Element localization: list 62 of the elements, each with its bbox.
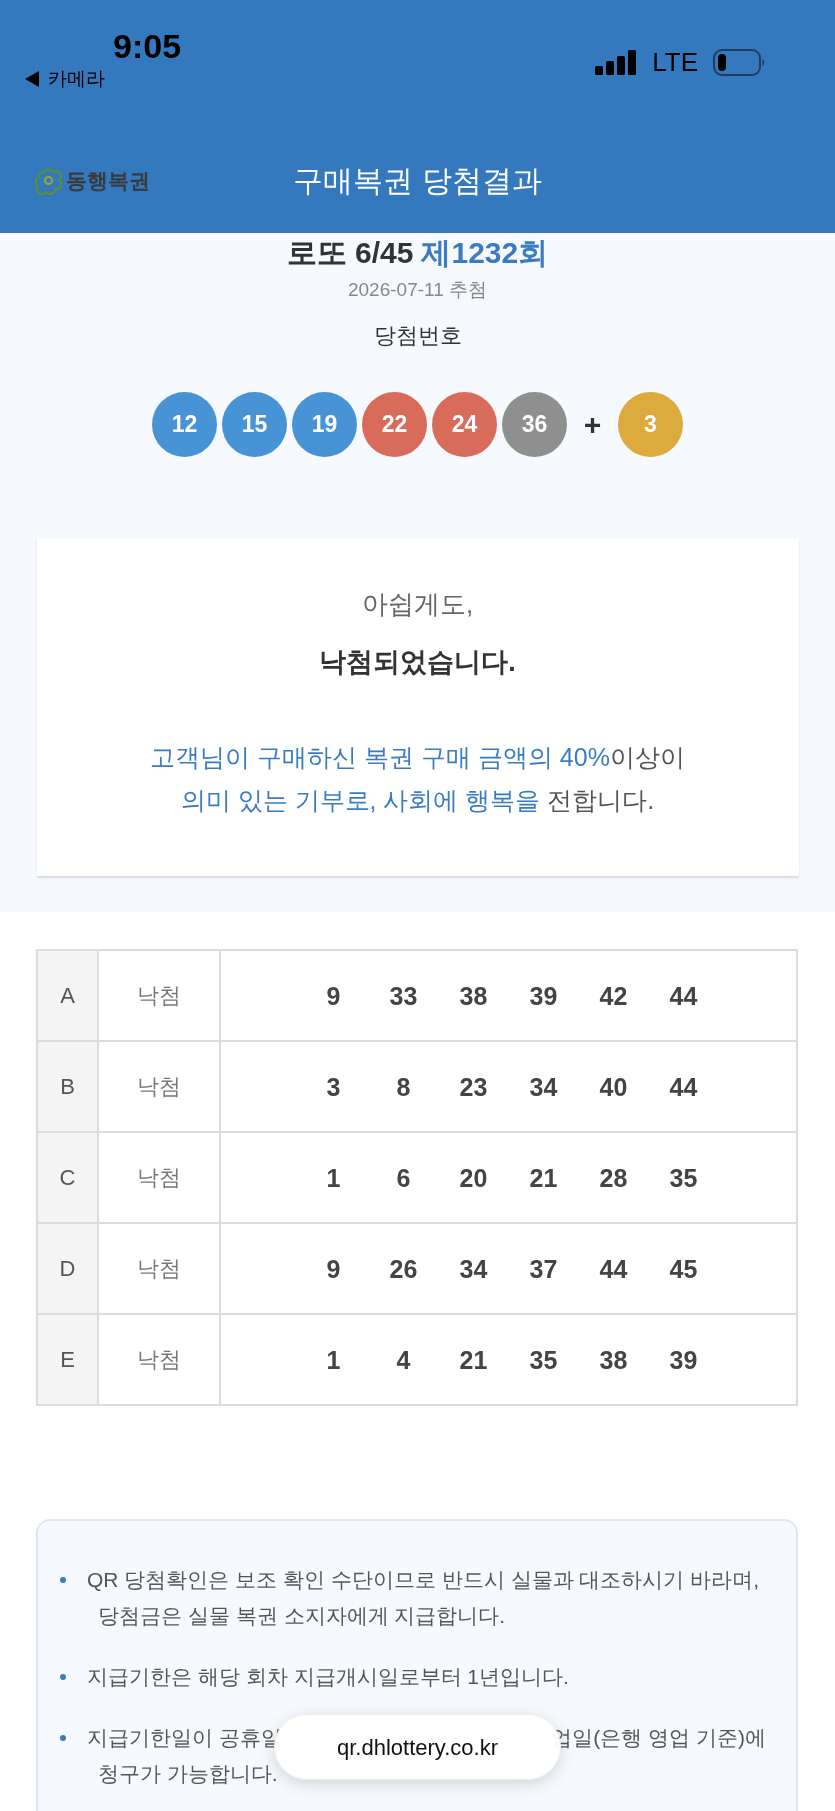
brand-logo[interactable]: 동행복권 (66, 168, 150, 194)
picked-number: 44 (668, 980, 699, 1012)
game-result-cell: 낙첨 (98, 1314, 220, 1405)
picked-number: 35 (528, 1344, 559, 1376)
picked-number: 38 (458, 980, 489, 1012)
back-link[interactable]: 카메라 (48, 67, 105, 91)
game-label-cell: A (37, 950, 98, 1041)
picked-number: 40 (598, 1071, 629, 1103)
picked-number: 21 (528, 1162, 559, 1194)
signal-icon (595, 50, 638, 75)
picked-number: 26 (388, 1253, 419, 1285)
draw-date: 2026-07-11 추첨 (347, 278, 488, 302)
winning-numbers-label: 당첨번호 (373, 322, 462, 350)
picked-number: 44 (668, 1071, 699, 1103)
picked-number: 45 (668, 1253, 699, 1285)
bullet-icon (60, 1577, 66, 1583)
result-intro: 아쉽게도, (361, 588, 474, 620)
picked-number: 1 (325, 1162, 342, 1194)
game-label-cell: E (37, 1314, 98, 1405)
picked-number: 42 (598, 980, 629, 1012)
notice-text: QR 당첨확인은 보조 확인 수단이므로 반드시 실물과 대조하시기 바라며, 당첨금은 실물 복권 소지자에게 지급합니다. (87, 1567, 760, 1629)
donation-message: 고객님이 구매하신 복권 구매 금액의 40%이상이 의미 있는 기부로, 사회에 행복을 전합니다. (150, 742, 685, 816)
picked-number: 35 (668, 1162, 699, 1194)
network-label: LTE (652, 49, 698, 76)
result-status: 낙첨되었습니다. (319, 646, 516, 679)
picked-number: 28 (598, 1162, 629, 1194)
game-name: 로또 6/45 (286, 235, 414, 271)
battery-icon (713, 49, 766, 76)
picked-number: 20 (458, 1162, 489, 1194)
picked-number: 39 (528, 980, 559, 1012)
picked-number: 39 (668, 1344, 699, 1376)
picked-number: 6 (395, 1162, 412, 1194)
picked-number: 8 (395, 1071, 412, 1103)
game-result-cell: 낙첨 (98, 1223, 220, 1314)
round-number: 제1232회 (421, 235, 549, 271)
picked-number: 1 (325, 1344, 342, 1376)
picked-number: 44 (598, 1253, 629, 1285)
game-result-cell: 낙첨 (98, 950, 220, 1041)
back-icon[interactable] (25, 71, 39, 87)
picked-number: 34 (458, 1253, 489, 1285)
game-label-cell: C (37, 1132, 98, 1223)
game-label-cell: B (37, 1041, 98, 1132)
game-label-cell: D (37, 1223, 98, 1314)
picked-number: 38 (598, 1344, 629, 1376)
picked-number: 21 (458, 1344, 489, 1376)
picked-number: 3 (325, 1071, 342, 1103)
picked-number: 33 (388, 980, 419, 1012)
bullet-icon (60, 1674, 66, 1680)
page-title: 구매복권 당첨결과 (293, 163, 542, 199)
game-result-cell: 낙첨 (98, 1132, 220, 1223)
clover-logo-icon (35, 167, 62, 195)
game-result-cell: 낙첨 (98, 1041, 220, 1132)
picked-number: 34 (528, 1071, 559, 1103)
bullet-icon (60, 1735, 66, 1741)
picked-number: 23 (458, 1071, 489, 1103)
picked-number: 9 (325, 980, 342, 1012)
picked-number: 37 (528, 1253, 559, 1285)
picked-number: 9 (325, 1253, 342, 1285)
notice-text: 지급기한은 해당 회차 지급개시일로부터 1년입니다. (87, 1664, 570, 1690)
plus-sign: + (582, 408, 603, 441)
picked-number: 4 (395, 1344, 412, 1376)
status-time: 9:05 (113, 27, 182, 65)
